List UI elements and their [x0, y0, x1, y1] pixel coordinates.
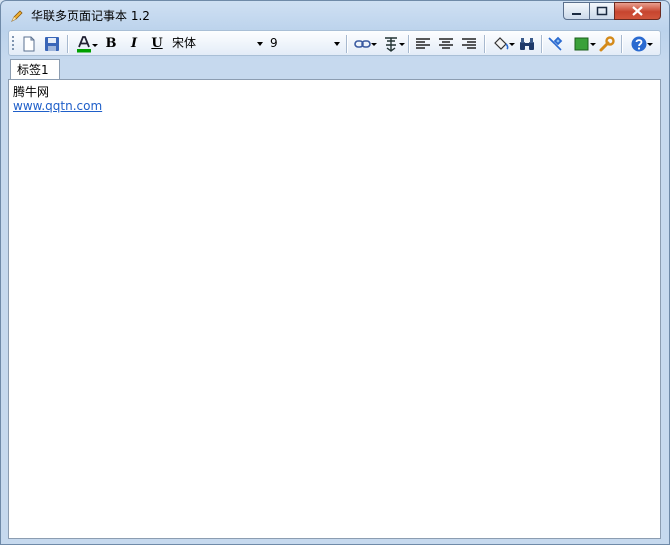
bgcolor-dropdown-arrow: [509, 43, 515, 46]
italic-button[interactable]: I: [124, 34, 144, 54]
simplified-traditional-button[interactable]: [378, 34, 405, 54]
settings-button[interactable]: [597, 34, 617, 54]
find-button[interactable]: [517, 34, 537, 54]
align-left-icon: [416, 38, 430, 49]
chevron-down-icon: [334, 42, 340, 46]
convert-dropdown-arrow: [399, 43, 405, 46]
new-file-button[interactable]: [19, 34, 39, 54]
maximize-button[interactable]: [589, 2, 615, 20]
font-color-dropdown-arrow: [92, 44, 98, 47]
window-title: 华联多页面记事本 1.2: [31, 9, 150, 23]
chinese-convert-icon: [385, 37, 397, 52]
app-window: 华联多页面记事本 1.2 B I U 宋体 9 标签1 腾牛网 www.qqtn…: [0, 0, 670, 545]
editor-link-line[interactable]: www.qqtn.com: [13, 99, 102, 113]
binoculars-icon: [520, 38, 534, 50]
bold-button[interactable]: B: [101, 34, 121, 54]
align-right-icon: [462, 38, 476, 49]
font-color-button[interactable]: [71, 34, 98, 54]
new-file-icon: [23, 36, 35, 52]
title-bar[interactable]: 华联多页面记事本 1.2: [1, 1, 669, 28]
align-right-button[interactable]: [459, 34, 479, 54]
font-size-select[interactable]: 9: [268, 34, 342, 53]
align-left-button[interactable]: [413, 34, 433, 54]
link-chain-icon: [354, 40, 371, 48]
pin-icon: [548, 36, 563, 51]
wrench-icon: [599, 36, 615, 52]
background-color-button[interactable]: [488, 34, 515, 54]
theme-dropdown-arrow: [590, 43, 596, 46]
minimize-button[interactable]: [563, 2, 590, 20]
paint-bucket-icon: [494, 37, 509, 50]
help-dropdown-arrow: [647, 43, 653, 46]
pin-button[interactable]: [545, 34, 565, 54]
insert-link-button[interactable]: [350, 34, 377, 54]
chevron-down-icon: [257, 42, 263, 46]
font-size-value: 9: [270, 36, 278, 50]
save-button[interactable]: [42, 34, 62, 54]
theme-color-button[interactable]: [569, 34, 596, 54]
green-square-icon: [574, 37, 589, 51]
help-button[interactable]: [625, 34, 653, 54]
save-disk-icon: [45, 37, 59, 51]
font-family-value: 宋体: [172, 36, 197, 50]
toolbar-grip[interactable]: [12, 36, 14, 52]
font-color-icon: [77, 36, 91, 53]
font-family-select[interactable]: 宋体: [170, 34, 265, 53]
tab-label-1[interactable]: 标签1: [10, 59, 60, 80]
editor-text-area[interactable]: 腾牛网 www.qqtn.com: [8, 79, 661, 539]
link-dropdown-arrow: [371, 43, 377, 46]
help-question-icon: [631, 36, 647, 52]
close-button[interactable]: [614, 2, 661, 20]
tab-strip: 标签1: [8, 58, 661, 80]
editor-line-1[interactable]: 腾牛网: [13, 83, 49, 100]
app-pencil-icon: [10, 8, 24, 22]
align-center-button[interactable]: [436, 34, 456, 54]
align-center-icon: [439, 38, 453, 49]
underline-button[interactable]: U: [147, 34, 167, 54]
main-toolbar: B I U 宋体 9: [8, 30, 661, 56]
